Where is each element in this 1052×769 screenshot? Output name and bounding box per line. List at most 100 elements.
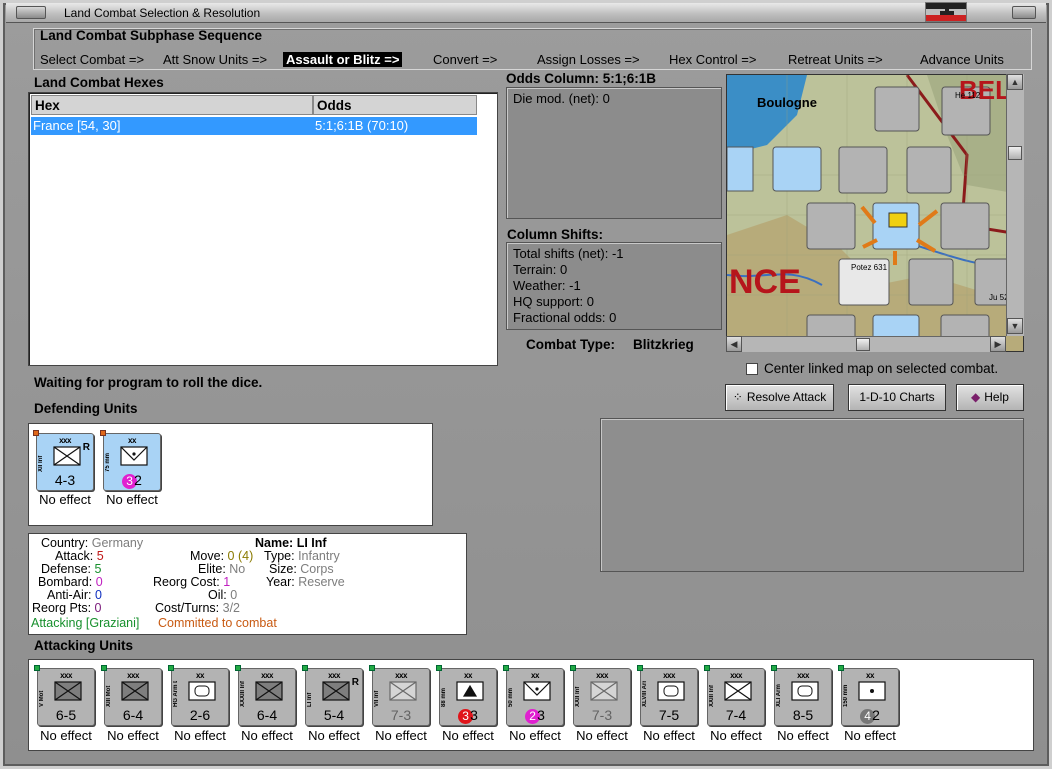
map-label-boulogne: Boulogne <box>757 95 817 110</box>
subphase-step[interactable]: Att Snow Units => <box>163 52 267 67</box>
unit-name-label: 150 mm <box>843 684 849 707</box>
unit-counter[interactable]: xx 50 mm 23 <box>503 665 564 726</box>
subphase-step[interactable]: Retreat Units => <box>788 52 883 67</box>
unit-strength: 7-5 <box>658 707 680 723</box>
unit-strength: 8-5 <box>792 707 814 723</box>
unit-counter[interactable]: xx 75 mm 32 <box>100 430 161 491</box>
unit-effect: No effect <box>777 728 829 743</box>
unit-strength: 4-3 <box>54 472 76 488</box>
unit-strength: 7-3 <box>390 707 412 723</box>
unit-name-label: XXII Inf <box>575 686 581 707</box>
unit-type-icon <box>858 681 886 701</box>
unit-counter[interactable]: xxx XII Inf R 4-3 <box>33 430 94 491</box>
unit-counter[interactable]: xxx XLVIII Arm 7-5 <box>637 665 698 726</box>
scroll-thumb[interactable] <box>1008 146 1022 160</box>
unit-name-label: 88 mm <box>441 687 447 707</box>
table-row[interactable]: France [54, 30] 5:1;6:1B (70:10) <box>31 117 477 135</box>
center-map-label: Center linked map on selected combat. <box>764 361 999 376</box>
unit-counter[interactable]: xx HG Arm Div 2-6 <box>168 665 229 726</box>
costturns-value: 3/2 <box>222 601 241 615</box>
unit-counter[interactable]: xx 88 mm 33 <box>436 665 497 726</box>
unit-size-label: xxx <box>663 671 675 680</box>
map-label-he112: He 112 <box>955 91 981 100</box>
odds-cell: 5:1;6:1B (70:10) <box>315 118 409 133</box>
unit-counter[interactable]: xxx XIII Mot 6-4 <box>101 665 162 726</box>
unit-type-icon <box>53 446 81 466</box>
unit-strength: 6-5 <box>55 707 77 723</box>
reserve-marker: R <box>82 442 90 453</box>
unit-effect: No effect <box>375 728 427 743</box>
scroll-up-button[interactable]: ▲ <box>1007 74 1023 90</box>
unit-type-icon <box>188 681 216 701</box>
unit-strength: 7-3 <box>591 707 613 723</box>
subphase-step[interactable]: Convert => <box>433 52 497 67</box>
resolve-attack-button[interactable]: ⁘ Resolve Attack <box>725 384 834 411</box>
type-value: Infantry <box>298 549 340 563</box>
german-flag-icon <box>925 2 967 22</box>
scroll-right-button[interactable]: ▶ <box>990 336 1006 352</box>
unit-info-box: Country: Germany Attack: 5 Defense: 5 Bo… <box>28 533 467 635</box>
unit-type-icon <box>791 681 819 701</box>
unit-name-value: LI Inf <box>296 536 327 550</box>
system-menu-button[interactable] <box>16 6 46 19</box>
unit-type-icon <box>523 681 551 701</box>
unit-strength: 6-4 <box>256 707 278 723</box>
unit-counter[interactable]: xxx V Mot 6-5 <box>34 665 95 726</box>
committed-text: Committed to combat <box>158 616 277 630</box>
unit-effect: No effect <box>39 492 91 507</box>
subphase-step[interactable]: Select Combat => <box>40 52 144 67</box>
unit-counter[interactable]: xxx VII Inf 7-3 <box>369 665 430 726</box>
unit-effect: No effect <box>643 728 695 743</box>
subphase-step[interactable]: Advance Units <box>920 52 1004 67</box>
move-value: 0 (4) <box>227 549 254 563</box>
scroll-left-button[interactable]: ◀ <box>726 336 742 352</box>
center-map-checkbox[interactable] <box>746 363 758 375</box>
map-label-nce: NCE <box>729 263 801 301</box>
unit-type-icon <box>54 681 82 701</box>
subphase-step[interactable]: Assault or Blitz => <box>283 52 403 67</box>
unit-counter[interactable]: xxx XXIII Inf 7-4 <box>704 665 765 726</box>
reorgcost-value: 1 <box>223 575 231 589</box>
unit-name-label: XLI Arm <box>776 684 782 707</box>
unit-counter[interactable]: xxx XLI Arm 8-5 <box>771 665 832 726</box>
land-combat-hexes-table: Hex Odds France [54, 30] 5:1;6:1B (70:10… <box>28 92 498 366</box>
unit-size-label: xx <box>464 671 472 680</box>
unit-strength: 2-6 <box>189 707 211 723</box>
unit-size-label: xxx <box>127 671 139 680</box>
subphase-step[interactable]: Assign Losses => <box>537 52 640 67</box>
subphase-step[interactable]: Hex Control => <box>669 52 756 67</box>
combat-type-label: Combat Type: <box>526 337 616 352</box>
linked-map[interactable]: Boulogne NCE BELG Potez 631 He 112 Ju 52 <box>726 74 1024 352</box>
unit-counter[interactable]: xxx LI Inf R 5-4 <box>302 665 363 726</box>
unit-type-icon <box>456 681 484 701</box>
antiair-value: 0 <box>94 588 102 602</box>
column-header-odds[interactable]: Odds <box>313 95 477 115</box>
unit-counter[interactable]: xxx XXII Inf 7-3 <box>570 665 631 726</box>
elite-value: No <box>229 562 246 576</box>
shift-weather: Weather: -1 <box>513 278 581 293</box>
help-button[interactable]: ◆ Help <box>956 384 1024 411</box>
unit-counter[interactable]: xx 150 mm 42 <box>838 665 899 726</box>
scroll-down-button[interactable]: ▼ <box>1007 318 1023 334</box>
unit-effect: No effect <box>107 728 159 743</box>
unit-effect: No effect <box>442 728 494 743</box>
window-title: Land Combat Selection & Resolution <box>64 6 261 20</box>
unit-size-label: xxx <box>730 671 742 680</box>
unit-counter[interactable]: xxx XXXIII Inf 6-4 <box>235 665 296 726</box>
unit-size-label: xxx <box>395 671 407 680</box>
unit-name-label: XXIII Inf <box>709 684 715 707</box>
attack-value: 5 <box>96 549 104 563</box>
country-value: Germany <box>91 536 144 550</box>
unit-name-label: HG Arm Div <box>173 681 179 707</box>
scroll-thumb[interactable] <box>856 338 870 351</box>
map-horizontal-scrollbar[interactable]: ◀ ▶ <box>726 336 1006 352</box>
unit-strength: 5-4 <box>323 707 345 723</box>
odds-column-title: Odds Column: 5:1;6:1B <box>506 71 657 86</box>
map-vertical-scrollbar[interactable]: ▲ ▼ <box>1006 74 1024 336</box>
column-header-hex[interactable]: Hex <box>31 95 313 115</box>
unit-name-label: 50 mm <box>508 687 514 707</box>
close-button[interactable] <box>1012 6 1036 19</box>
charts-button[interactable]: 1-D-10 Charts <box>848 384 946 411</box>
title-bar: Land Combat Selection & Resolution <box>6 3 1046 23</box>
unit-name-label: XXXIII Inf <box>240 681 246 707</box>
